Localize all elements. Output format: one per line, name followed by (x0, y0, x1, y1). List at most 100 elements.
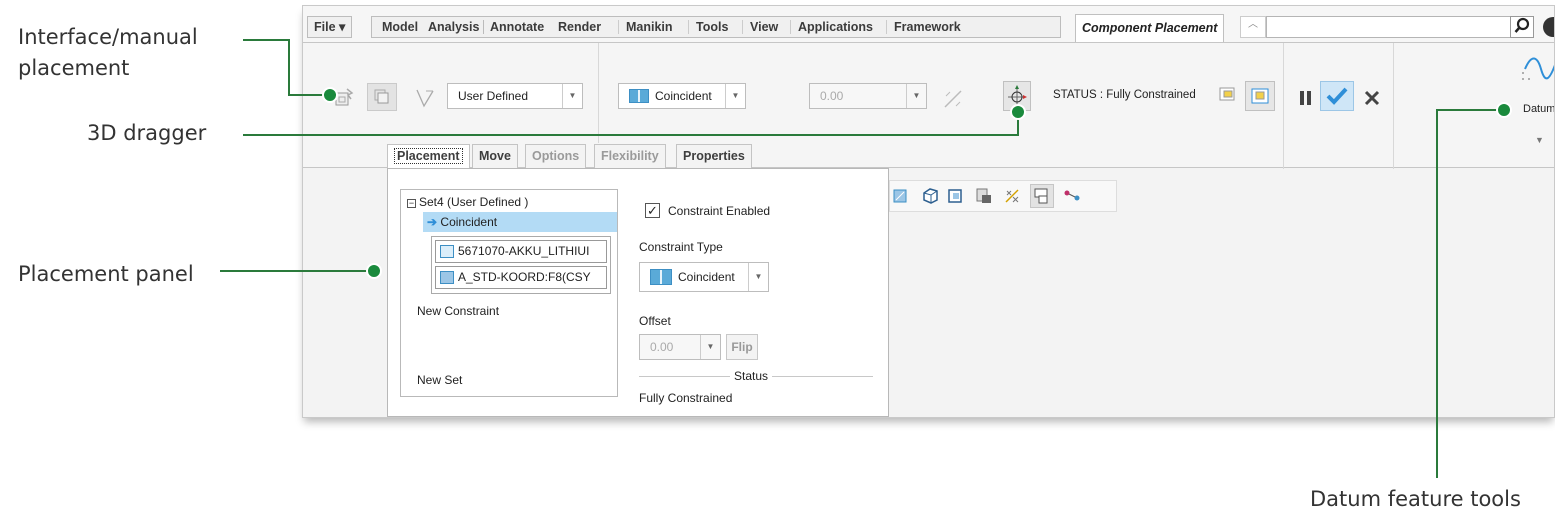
ribbon-divider (1283, 43, 1284, 169)
menu-tab-bar: File ▾ Model Analysis Annotate Render Ma… (303, 6, 1554, 46)
tab-framework[interactable]: Framework (888, 17, 967, 39)
3d-dragger-icon[interactable] (1003, 81, 1031, 111)
datum-chevron-icon[interactable]: ▼ (1535, 135, 1544, 145)
saved-orientations-icon[interactable] (946, 186, 966, 206)
csys-icon (440, 271, 454, 284)
tab-divider (886, 20, 887, 34)
subtab-flexibility[interactable]: Flexibility (594, 144, 666, 169)
offset-dropdown[interactable]: 0.00 ▼ (809, 83, 927, 109)
tab-annotate[interactable]: Annotate (484, 17, 550, 39)
file-menu[interactable]: File ▾ (307, 16, 353, 38)
placement-type-dropdown[interactable]: User Defined ▼ (447, 83, 583, 109)
part-icon (440, 245, 454, 258)
mechanism-connection-icon[interactable] (414, 87, 436, 109)
subtab-placement[interactable]: Placement (387, 144, 470, 169)
selected-constraint-label: Coincident (440, 215, 498, 229)
constraint-type-value: Coincident (678, 270, 735, 284)
tab-divider (742, 20, 743, 34)
constraint-item-selected[interactable]: ➔ Coincident (423, 212, 617, 232)
chevron-down-icon: ▼ (562, 84, 582, 108)
tab-view[interactable]: View (744, 17, 784, 39)
tab-divider (618, 20, 619, 34)
constraint-tree[interactable]: − Set4 (User Defined ) ➔ Coincident 56710… (400, 189, 618, 397)
status-heading: Status (730, 369, 773, 383)
ribbon-divider (1393, 43, 1394, 169)
subtab-properties[interactable]: Properties (676, 144, 752, 169)
view-manager-icon[interactable] (974, 186, 994, 206)
offset-label: Offset (639, 314, 671, 328)
tab-tools[interactable]: Tools (690, 17, 734, 39)
refit-icon[interactable] (892, 187, 908, 205)
reference-2-label: A_STD-KOORD:F8(CSY (458, 270, 591, 284)
assembly-window-icon[interactable] (1245, 81, 1275, 111)
constraint-type-dropdown[interactable]: Coincident ▼ (639, 262, 769, 292)
callout-interface-line1: Interface/manual (18, 25, 198, 49)
file-menu-label: File (314, 20, 336, 34)
constraint-enabled-label: Constraint Enabled (668, 204, 771, 218)
offset-field-value: 0.00 (650, 340, 674, 354)
reference-item[interactable]: 5671070-AKKU_LITHIUI (435, 240, 607, 263)
tab-applications[interactable]: Applications (792, 17, 879, 39)
flip-icon[interactable] (941, 87, 965, 111)
new-set-link[interactable]: New Set (417, 373, 462, 387)
arrow-right-icon: ➔ (427, 215, 438, 229)
collapse-ribbon-icon[interactable]: ︿ (1240, 16, 1266, 38)
flip-button[interactable]: Flip (726, 334, 758, 360)
reference-collector[interactable]: 5671070-AKKU_LITHIUI A_STD-KOORD:F8(CSY (431, 236, 611, 294)
tab-manikin[interactable]: Manikin (620, 17, 679, 39)
callout-3d-dragger: 3D dragger (87, 121, 207, 145)
tab-model[interactable]: Model (376, 17, 424, 39)
pause-icon[interactable] (1296, 87, 1316, 109)
callout-datum-tools: Datum feature tools (1310, 487, 1521, 511)
datum-display-icon[interactable] (1002, 186, 1022, 206)
chevron-down-icon: ▼ (725, 84, 745, 108)
tab-render[interactable]: Render (552, 17, 607, 39)
interface-placement-icon[interactable] (333, 87, 355, 107)
datum-sketch-icon[interactable] (1515, 51, 1554, 87)
search-icon[interactable] (1510, 16, 1534, 38)
tab-divider (790, 20, 791, 34)
chevron-down-icon: ▼ (906, 84, 926, 108)
manual-placement-icon[interactable] (367, 83, 397, 111)
subtab-placement-label: Placement (394, 148, 463, 164)
collapse-icon[interactable]: − (407, 199, 416, 208)
cancel-close-icon[interactable] (1361, 87, 1383, 109)
set-label: Set4 (User Defined ) (419, 195, 529, 209)
callout-interface-line2: placement (18, 56, 130, 80)
annotation-display-icon[interactable] (1030, 184, 1054, 208)
help-icon[interactable] (1543, 17, 1554, 37)
tab-group: Model Analysis Annotate Render Manikin T… (371, 16, 1061, 38)
ok-check-icon[interactable] (1320, 81, 1354, 111)
callout-interface-placement: Interface/manual placement (18, 22, 198, 84)
separate-window-icon[interactable] (1216, 83, 1240, 107)
status-text: STATUS : Fully Constrained (1053, 89, 1196, 101)
tab-divider (688, 20, 689, 34)
offset-field[interactable]: 0.00 ▼ (639, 334, 721, 360)
coincident-icon (650, 269, 672, 285)
subtab-options[interactable]: Options (525, 144, 587, 169)
reference-item[interactable]: A_STD-KOORD:F8(CSY (435, 266, 607, 289)
chevron-down-icon: ▼ (748, 263, 768, 291)
set-node[interactable]: − Set4 (User Defined ) (407, 195, 528, 209)
spin-center-icon[interactable] (1062, 186, 1082, 206)
search-input[interactable] (1266, 16, 1511, 38)
chevron-down-icon: ▼ (700, 335, 720, 359)
tab-component-placement[interactable]: Component Placement (1075, 14, 1225, 42)
constraint-enabled-checkbox[interactable]: ✓ (645, 203, 660, 218)
constraint-dropdown[interactable]: Coincident ▼ (618, 83, 746, 109)
new-constraint-link[interactable]: New Constraint (417, 304, 499, 318)
display-style-icon[interactable] (920, 186, 940, 206)
status-value: Fully Constrained (639, 391, 733, 405)
graphics-toolbar (889, 180, 1117, 212)
coincident-icon (629, 89, 649, 103)
subtab-move[interactable]: Move (472, 144, 518, 169)
reference-1-label: 5671070-AKKU_LITHIUI (458, 244, 590, 258)
constraint-value: Coincident (655, 89, 712, 103)
tab-divider (483, 20, 484, 34)
offset-value: 0.00 (820, 89, 844, 103)
datum-label[interactable]: Datum (1523, 103, 1554, 115)
constraint-type-label: Constraint Type (639, 240, 723, 254)
callout-placement-panel: Placement panel (18, 262, 194, 286)
component-placement-window: File ▾ Model Analysis Annotate Render Ma… (302, 5, 1555, 418)
tab-analysis[interactable]: Analysis (422, 17, 485, 39)
